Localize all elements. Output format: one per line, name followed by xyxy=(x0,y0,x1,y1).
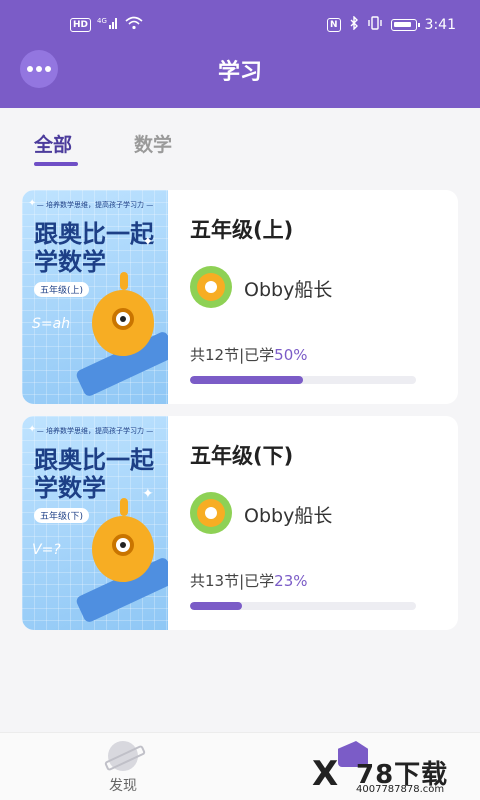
nfc-icon: N xyxy=(327,18,341,32)
watermark-url: 4007787878.com xyxy=(356,784,445,795)
sparkle-icon: ✦ xyxy=(28,198,37,209)
teacher-name: Obby船长 xyxy=(244,279,333,301)
mascot-antenna xyxy=(120,272,128,290)
progress-fill xyxy=(190,602,242,610)
main-content: 全部 数学 — 培养数学思维，提高孩子学习力 — 跟奥比一起 学数学 五年级(上… xyxy=(0,108,480,732)
wifi-icon xyxy=(125,16,143,34)
progress-percent: 50% xyxy=(274,346,308,364)
mascot-eye xyxy=(112,534,134,556)
teacher-name: Obby船长 xyxy=(244,505,333,527)
tab-math[interactable]: 数学 xyxy=(134,130,172,157)
network-label: 4G xyxy=(97,17,107,25)
teacher-avatar xyxy=(190,492,232,534)
category-tabs: 全部 数学 xyxy=(0,108,480,172)
course-card[interactable]: — 培养数学思维，提高孩子学习力 — 跟奥比一起 学数学 五年级(上) S=ah… xyxy=(22,190,458,404)
tab-all[interactable]: 全部 xyxy=(34,130,72,157)
bottom-tab-bar: 发现 X 78下载 4007787878.com xyxy=(0,732,480,800)
progress-bar xyxy=(190,376,416,384)
progress-fill xyxy=(190,376,303,384)
progress-bar xyxy=(190,602,416,610)
tabbar-discover[interactable]: 发现 xyxy=(88,741,158,795)
course-info: 五年级(下) Obby船长 共13节|已学23% xyxy=(190,416,450,630)
cover-title-line2: 学数学 xyxy=(34,248,106,276)
signal-icon: 4G xyxy=(97,16,119,34)
lesson-summary: 共12节|已学50% xyxy=(190,344,308,365)
course-cover-image: — 培养数学思维，提高孩子学习力 — 跟奥比一起 学数学 五年级(下) V=? … xyxy=(22,416,168,630)
cover-slogan: — 培养数学思维，提高孩子学习力 — xyxy=(36,427,154,435)
teacher-avatar xyxy=(190,266,232,308)
course-title: 五年级(上) xyxy=(190,218,294,242)
lesson-count: 共12节|已学 xyxy=(190,346,275,364)
status-time: 3:41 xyxy=(424,17,456,33)
watermark-logo-icon: X xyxy=(312,754,339,794)
mascot-antenna xyxy=(120,498,128,516)
app-header: 学习 xyxy=(0,50,480,108)
tab-active-indicator xyxy=(34,162,78,166)
vibrate-icon xyxy=(367,16,383,34)
cover-formula: S=ah xyxy=(32,316,71,332)
sparkle-icon: ✦ xyxy=(142,486,154,502)
cover-grade-badge: 五年级(下) xyxy=(34,508,90,523)
sparkle-icon: ✦ xyxy=(142,234,154,250)
hd-badge: HD xyxy=(70,18,92,32)
status-left: HD 4G xyxy=(70,16,143,34)
progress-percent: 23% xyxy=(274,572,308,590)
cover-slogan: — 培养数学思维，提高孩子学习力 — xyxy=(36,201,154,209)
tabbar-discover-label: 发现 xyxy=(109,778,137,794)
status-bar: HD 4G N 3:41 xyxy=(0,0,480,50)
course-cover-image: — 培养数学思维，提高孩子学习力 — 跟奥比一起 学数学 五年级(上) S=ah… xyxy=(22,190,168,404)
watermark: X 78下载 4007787878.com xyxy=(308,750,478,800)
planet-icon xyxy=(108,741,138,771)
status-right: N 3:41 xyxy=(327,15,456,34)
cover-title-line1: 跟奥比一起 xyxy=(34,446,154,474)
avatar-mascot-icon xyxy=(197,499,225,527)
course-info: 五年级(上) Obby船长 共12节|已学50% xyxy=(190,190,450,404)
lesson-summary: 共13节|已学23% xyxy=(190,570,308,591)
lesson-count: 共13节|已学 xyxy=(190,572,275,590)
battery-icon xyxy=(390,19,420,31)
course-card[interactable]: — 培养数学思维，提高孩子学习力 — 跟奥比一起 学数学 五年级(下) V=? … xyxy=(22,416,458,630)
page-title: 学习 xyxy=(217,60,262,85)
course-title: 五年级(下) xyxy=(190,444,294,468)
cover-formula: V=? xyxy=(32,542,61,558)
cover-grade-badge: 五年级(上) xyxy=(34,282,90,297)
bluetooth-icon xyxy=(349,15,359,34)
sparkle-icon: ✦ xyxy=(28,424,37,435)
mascot-eye xyxy=(112,308,134,330)
avatar-mascot-icon xyxy=(197,273,225,301)
